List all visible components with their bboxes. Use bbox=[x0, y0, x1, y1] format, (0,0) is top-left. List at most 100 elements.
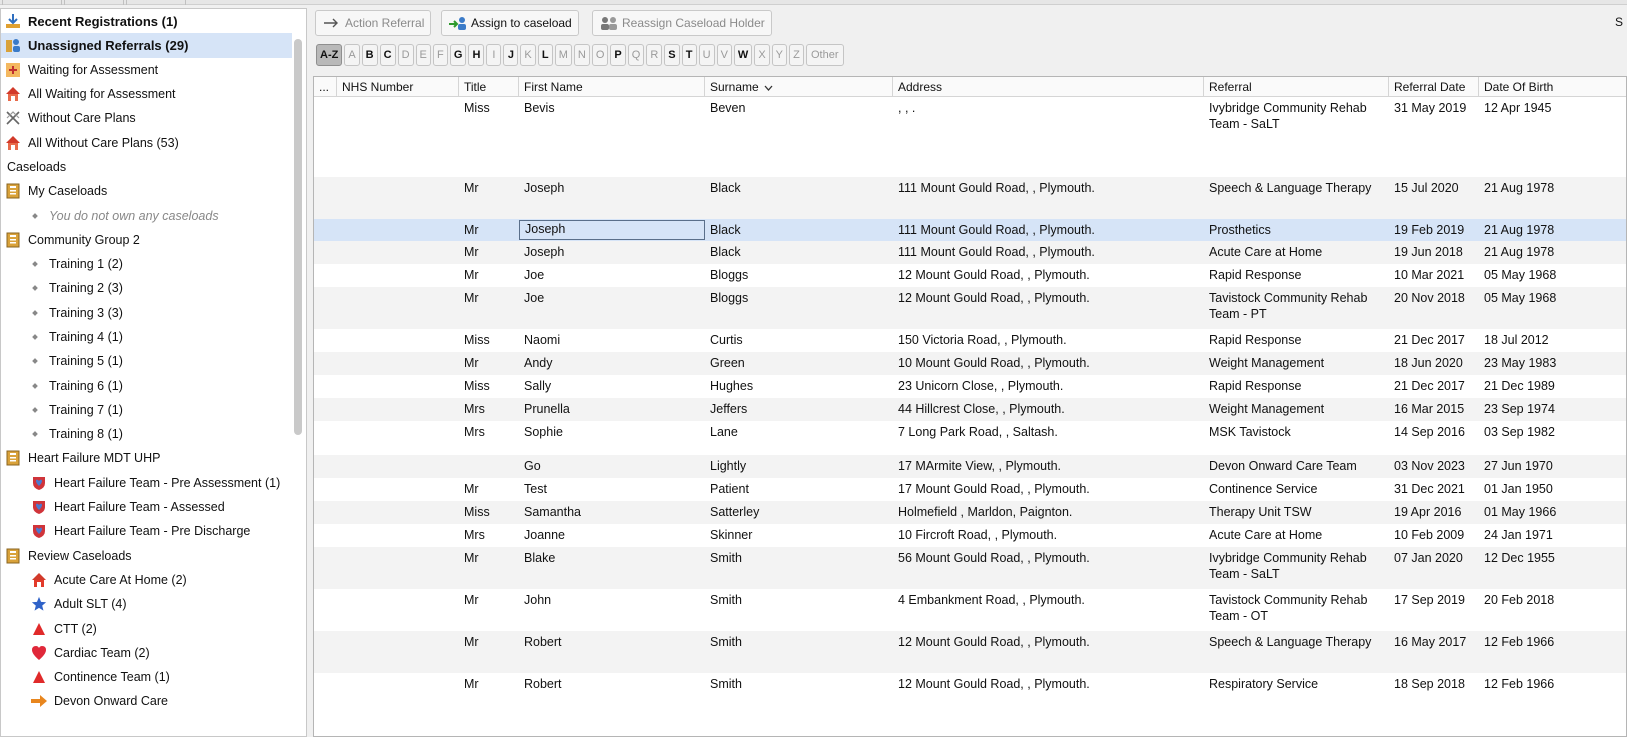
table-row[interactable]: Miss Sally Hughes 23 Unicorn Close, , Plymo… bbox=[314, 375, 1626, 398]
alphabet-filter-q[interactable]: Q bbox=[627, 44, 645, 66]
alphabet-filter-t[interactable]: T bbox=[681, 44, 697, 66]
column-header-surname[interactable]: Surname bbox=[705, 77, 893, 97]
table-row[interactable]: Miss Naomi Curtis 150 Victoria Road, , Plym… bbox=[314, 329, 1626, 352]
sidebar-item-training-5-1[interactable]: Training 5 (1) bbox=[1, 349, 306, 373]
sidebar-item-caseloads[interactable]: Caseloads bbox=[1, 155, 306, 179]
sidebar-item-continence-team-1[interactable]: Continence Team (1) bbox=[1, 665, 306, 689]
sidebar-item-recent-registrations-1[interactable]: Recent Registrations (1) bbox=[1, 9, 306, 33]
table-row[interactable]: Mr Robert Smith 12 Mount Gould Road, , Plym… bbox=[314, 673, 1626, 697]
sidebar-item-training-4-1[interactable]: Training 4 (1) bbox=[1, 325, 306, 349]
alphabet-filter-j[interactable]: J bbox=[503, 44, 519, 66]
table-row[interactable]: Mr Joe Bloggs 12 Mount Gould Road, , Plymou… bbox=[314, 264, 1626, 287]
cell-dob: 01 May 1966 bbox=[1484, 505, 1557, 519]
alphabet-filter-f[interactable]: F bbox=[432, 44, 448, 66]
cell-surname: Smith bbox=[710, 635, 742, 649]
table-row[interactable]: Miss Samantha Satterley Holmefield , Marldo… bbox=[314, 501, 1626, 524]
alphabet-filter-s[interactable]: S bbox=[664, 44, 680, 66]
reassign-caseload-holder-button[interactable]: Reassign Caseload Holder bbox=[592, 10, 772, 36]
cell-surname: Black bbox=[710, 181, 741, 195]
sidebar-item-unassigned-referrals-29[interactable]: Unassigned Referrals (29) bbox=[1, 33, 292, 58]
column-header-first-name[interactable]: First Name bbox=[519, 77, 705, 97]
sidebar-item-training-3-3[interactable]: Training 3 (3) bbox=[1, 301, 306, 325]
tab-stub[interactable] bbox=[2, 0, 62, 5]
column-header-label: Surname bbox=[710, 80, 759, 94]
assign-to-caseload-button[interactable]: Assign to caseload bbox=[441, 10, 579, 36]
alphabet-filter-w[interactable]: W bbox=[733, 44, 753, 66]
alphabet-filter-d[interactable]: D bbox=[397, 44, 414, 66]
sidebar-scrollbar[interactable] bbox=[294, 39, 302, 435]
sidebar-item-acute-care-at-home-2[interactable]: Acute Care At Home (2) bbox=[1, 568, 306, 592]
alphabet-filter-r[interactable]: R bbox=[646, 44, 663, 66]
column-header-more[interactable]: ... bbox=[314, 77, 337, 97]
table-row[interactable]: Mr Joe Bloggs 12 Mount Gould Road, , Plymou… bbox=[314, 287, 1626, 329]
sidebar-item-ctt-2[interactable]: CTT (2) bbox=[1, 616, 306, 640]
table-row[interactable]: Mr Andy Green 10 Mount Gould Road, , Plymou… bbox=[314, 352, 1626, 375]
sidebar-item-review-caseloads[interactable]: Review Caseloads bbox=[1, 544, 306, 568]
table-row[interactable]: Go Lightly 17 MArmite View, , Plymouth. Dev… bbox=[314, 455, 1626, 478]
column-header-referral[interactable]: Referral bbox=[1204, 77, 1389, 97]
alphabet-filter-p[interactable]: P bbox=[610, 44, 626, 66]
table-row[interactable]: Mr Joseph Black 111 Mount Gould Road, , Ply… bbox=[314, 219, 1626, 241]
alphabet-filter-a[interactable]: A bbox=[344, 44, 360, 66]
sidebar-item-heart-failure-team-assessed[interactable]: Heart Failure Team - Assessed bbox=[1, 495, 306, 519]
alphabet-filter-other[interactable]: Other bbox=[806, 44, 844, 66]
sidebar-item-without-care-plans[interactable]: Without Care Plans bbox=[1, 106, 306, 130]
sidebar-item-heart-failure-team-pre-assessment-1[interactable]: Heart Failure Team - Pre Assessment (1) bbox=[1, 471, 306, 495]
alphabet-filter-l[interactable]: L bbox=[537, 44, 553, 66]
tab-stub[interactable] bbox=[126, 0, 186, 5]
column-header-nhs-number[interactable]: NHS Number bbox=[337, 77, 459, 97]
sidebar-item-heart-failure-mdt-uhp[interactable]: Heart Failure MDT UHP bbox=[1, 446, 306, 470]
alphabet-filter-e[interactable]: E bbox=[415, 44, 431, 66]
alphabet-filter-h[interactable]: H bbox=[468, 44, 485, 66]
alphabet-filter-y[interactable]: Y bbox=[771, 44, 787, 66]
cell-surname: Hughes bbox=[710, 379, 754, 393]
alphabet-filter-v[interactable]: V bbox=[716, 44, 732, 66]
sidebar-item-adult-slt-4[interactable]: Adult SLT (4) bbox=[1, 592, 306, 616]
sidebar-item-training-6-1[interactable]: Training 6 (1) bbox=[1, 373, 306, 397]
sidebar-item-community-group-2[interactable]: Community Group 2 bbox=[1, 228, 306, 252]
table-row[interactable]: Mr Robert Smith 12 Mount Gould Road, , Plym… bbox=[314, 631, 1626, 673]
alphabet-filter-n[interactable]: N bbox=[573, 44, 590, 66]
alphabet-filter-az[interactable]: A-Z bbox=[316, 44, 343, 66]
table-row[interactable]: Mr Test Patient 17 Mount Gould Road, , Plym… bbox=[314, 478, 1626, 501]
sidebar-item-label: Training 6 (1) bbox=[49, 378, 123, 393]
sidebar-item-heart-failure-team-pre-discharge[interactable]: Heart Failure Team - Pre Discharge bbox=[1, 519, 306, 543]
cell-address: 150 Victoria Road, , Plymouth. bbox=[898, 333, 1067, 347]
table-row[interactable]: Mr Joseph Black 111 Mount Gould Road, , Ply… bbox=[314, 177, 1626, 219]
sidebar-item-training-2-3[interactable]: Training 2 (3) bbox=[1, 276, 306, 300]
column-header-title[interactable]: Title bbox=[459, 77, 519, 97]
alphabet-filter-k[interactable]: K bbox=[520, 44, 536, 66]
sidebar-item-training-8-1[interactable]: Training 8 (1) bbox=[1, 422, 306, 446]
alphabet-filter-o[interactable]: O bbox=[591, 44, 609, 66]
action-referral-button[interactable]: Action Referral bbox=[315, 10, 432, 36]
table-row[interactable]: Mrs Prunella Jeffers 44 Hillcrest Close, , … bbox=[314, 398, 1626, 421]
sidebar-item-training-1-2[interactable]: Training 1 (2) bbox=[1, 252, 306, 276]
table-row[interactable]: Mr John Smith 4 Embankment Road, , Plymouth… bbox=[314, 589, 1626, 631]
alphabet-filter-b[interactable]: B bbox=[361, 44, 378, 66]
sidebar-item-all-waiting-for-assessment[interactable]: All Waiting for Assessment bbox=[1, 82, 306, 106]
alphabet-filter-u[interactable]: U bbox=[698, 44, 715, 66]
sidebar-item-cardiac-team-2[interactable]: Cardiac Team (2) bbox=[1, 641, 306, 665]
alphabet-filter-m[interactable]: M bbox=[554, 44, 572, 66]
sidebar-item-my-caseloads[interactable]: My Caseloads bbox=[1, 179, 306, 203]
table-row[interactable]: Mr Blake Smith 56 Mount Gould Road, , Plymo… bbox=[314, 547, 1626, 589]
sidebar-item-all-without-care-plans-53[interactable]: All Without Care Plans (53) bbox=[1, 130, 306, 154]
alphabet-filter-x[interactable]: X bbox=[754, 44, 770, 66]
tab-stub[interactable] bbox=[64, 0, 124, 5]
column-header-address[interactable]: Address bbox=[893, 77, 1204, 97]
cell-first: Joseph bbox=[519, 220, 705, 240]
column-header-date-of-birth[interactable]: Date Of Birth bbox=[1479, 77, 1626, 97]
column-header-referral-date[interactable]: Referral Date bbox=[1389, 77, 1479, 97]
alphabet-filter-z[interactable]: Z bbox=[789, 44, 804, 66]
sidebar-item-waiting-for-assessment[interactable]: Waiting for Assessment bbox=[1, 58, 306, 82]
alphabet-filter-g[interactable]: G bbox=[449, 44, 467, 66]
alphabet-filter-i[interactable]: I bbox=[486, 44, 502, 66]
table-row[interactable]: Mr Joseph Black 111 Mount Gould Road, , Ply… bbox=[314, 241, 1626, 264]
table-row[interactable]: Miss Bevis Beven , , . Ivybridge Community R… bbox=[314, 97, 1626, 177]
alphabet-filter-c[interactable]: C bbox=[379, 44, 396, 66]
sidebar-item-training-7-1[interactable]: Training 7 (1) bbox=[1, 398, 306, 422]
sidebar-item-devon-onward-care[interactable]: Devon Onward Care bbox=[1, 689, 306, 713]
table-row[interactable]: Mrs Sophie Lane 7 Long Park Road, , Saltash… bbox=[314, 421, 1626, 455]
table-row[interactable]: Mrs Joanne Skinner 10 Fircroft Road, , Plym… bbox=[314, 524, 1626, 547]
bullet-icon bbox=[32, 334, 38, 340]
